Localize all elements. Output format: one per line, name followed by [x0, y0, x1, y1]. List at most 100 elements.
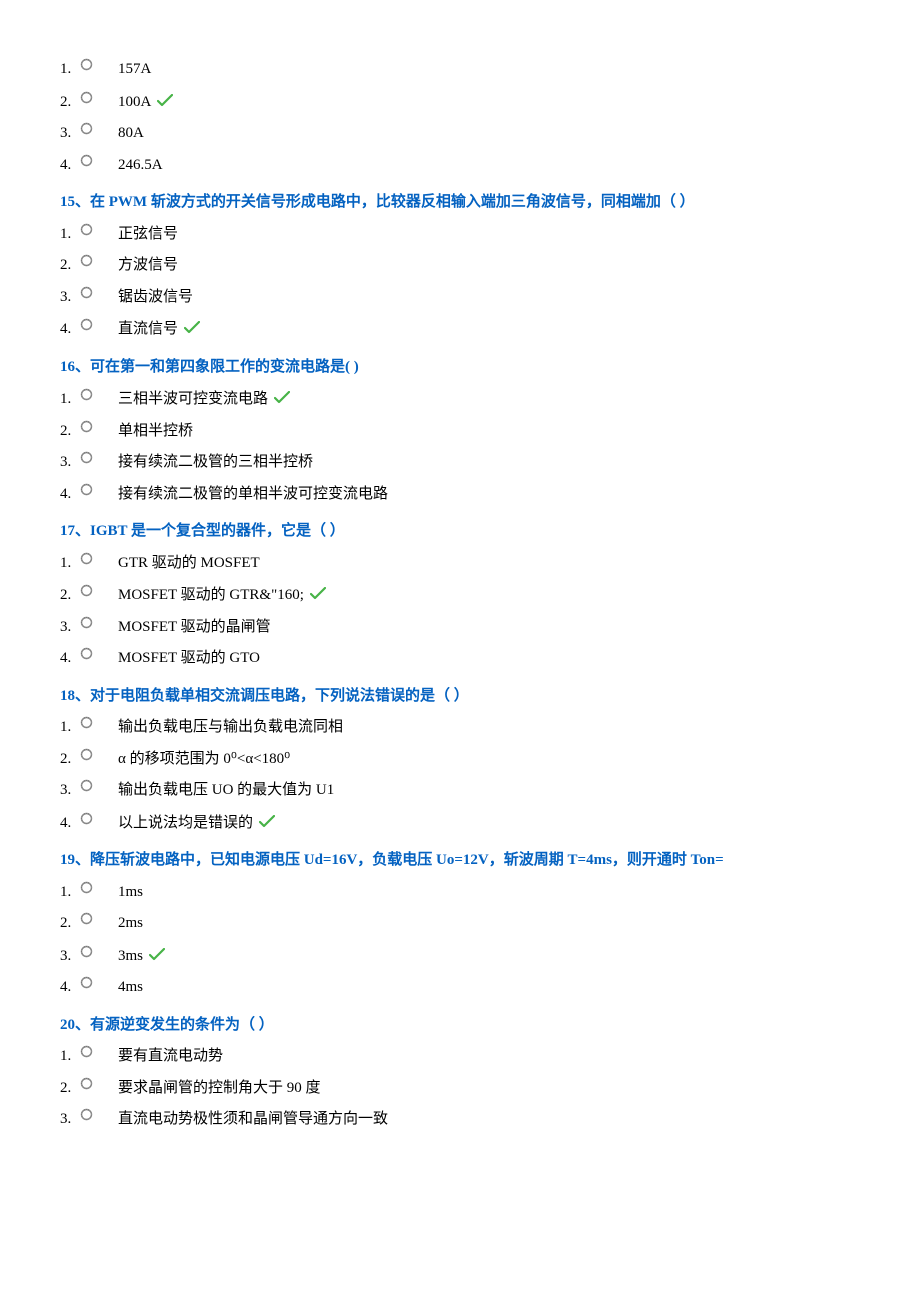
option-number: 3. [60, 288, 80, 308]
option-number: 2. [60, 750, 80, 770]
option-number: 4. [60, 485, 80, 505]
radio-icon[interactable] [80, 980, 118, 1000]
option-row: 3. 输出负载电压 UO 的最大值为 U1 [60, 781, 860, 801]
option-text: 246.5A [118, 156, 860, 176]
radio-icon[interactable] [80, 95, 118, 115]
radio-icon[interactable] [80, 556, 118, 576]
option-row: 2. α 的移项范围为 0⁰<α<180⁰ [60, 750, 860, 770]
option-row: 3.3ms [60, 946, 860, 967]
option-text: 4ms [118, 978, 860, 998]
option-text: 方波信号 [118, 256, 860, 276]
option-number: 2. [60, 586, 80, 606]
option-number: 3. [60, 1110, 80, 1130]
option-number: 1. [60, 390, 80, 410]
option-number: 2. [60, 422, 80, 442]
option-row: 4. 接有续流二极管的单相半波可控变流电路 [60, 485, 860, 505]
option-text: 接有续流二极管的三相半控桥 [118, 453, 860, 473]
option-row: 3. MOSFET 驱动的晶闸管 [60, 618, 860, 638]
option-text: α 的移项范围为 0⁰<α<180⁰ [118, 750, 860, 770]
option-text: 单相半控桥 [118, 422, 860, 442]
option-row: 3.80A [60, 124, 860, 144]
option-row: 2.2ms [60, 914, 860, 934]
option-text: 接有续流二极管的单相半波可控变流电路 [118, 485, 860, 505]
option-text: 157A [118, 60, 860, 80]
check-icon [149, 948, 165, 969]
option-row: 2. 100A [60, 92, 860, 113]
radio-icon[interactable] [80, 949, 118, 969]
radio-icon[interactable] [80, 62, 118, 82]
option-number: 4. [60, 649, 80, 669]
option-text: MOSFET 驱动的 GTR&"160; [118, 585, 860, 606]
option-text: MOSFET 驱动的 GTO [118, 649, 860, 669]
option-row: 1.157A [60, 60, 860, 80]
option-text: 输出负载电压与输出负载电流同相 [118, 718, 860, 738]
option-number: 2. [60, 93, 80, 113]
check-icon [274, 391, 290, 412]
check-icon [310, 587, 326, 608]
question-title: 16、可在第一和第四象限工作的变流电路是( ) [60, 358, 860, 378]
radio-icon[interactable] [80, 258, 118, 278]
option-number: 4. [60, 978, 80, 998]
option-text: 直流电动势极性须和晶闸管导通方向一致 [118, 1110, 860, 1130]
radio-icon[interactable] [80, 322, 118, 342]
radio-icon[interactable] [80, 487, 118, 507]
option-text: 三相半波可控变流电路 [118, 389, 860, 410]
option-row: 2. 方波信号 [60, 256, 860, 276]
question-title: 20、有源逆变发生的条件为（ ） [60, 1016, 860, 1036]
option-row: 1.1ms [60, 883, 860, 903]
option-number: 1. [60, 225, 80, 245]
radio-icon[interactable] [80, 392, 118, 412]
option-number: 4. [60, 320, 80, 340]
radio-icon[interactable] [80, 783, 118, 803]
option-number: 4. [60, 156, 80, 176]
radio-icon[interactable] [80, 752, 118, 772]
radio-icon[interactable] [80, 424, 118, 444]
option-row: 3. 锯齿波信号 [60, 288, 860, 308]
option-row: 1.GTR 驱动的 MOSFET [60, 554, 860, 574]
radio-icon[interactable] [80, 1049, 118, 1069]
option-number: 1. [60, 718, 80, 738]
option-row: 1. 正弦信号 [60, 225, 860, 245]
option-row: 4. 4ms [60, 978, 860, 998]
radio-icon[interactable] [80, 720, 118, 740]
option-text: MOSFET 驱动的晶闸管 [118, 618, 860, 638]
option-text: 锯齿波信号 [118, 288, 860, 308]
option-text: 要求晶闸管的控制角大于 90 度 [118, 1079, 860, 1099]
option-row: 4.以上说法均是错误的 [60, 813, 860, 834]
option-number: 1. [60, 883, 80, 903]
check-icon [184, 321, 200, 342]
option-number: 3. [60, 618, 80, 638]
radio-icon[interactable] [80, 455, 118, 475]
option-text: 正弦信号 [118, 225, 860, 245]
option-row: 1.要有直流电动势 [60, 1047, 860, 1067]
question-title: 19、降压斩波电路中，已知电源电压 Ud=16V，负载电压 Uo=12V，斩波周… [60, 851, 860, 871]
check-icon [259, 815, 275, 836]
option-number: 2. [60, 256, 80, 276]
option-row: 2. 要求晶闸管的控制角大于 90 度 [60, 1079, 860, 1099]
option-text: 100A [118, 92, 860, 113]
radio-icon[interactable] [80, 885, 118, 905]
option-number: 3. [60, 781, 80, 801]
radio-icon[interactable] [80, 651, 118, 671]
option-text: 80A [118, 124, 860, 144]
option-row: 1. 三相半波可控变流电路 [60, 389, 860, 410]
radio-icon[interactable] [80, 1112, 118, 1132]
radio-icon[interactable] [80, 1081, 118, 1101]
option-row: 3. 直流电动势极性须和晶闸管导通方向一致 [60, 1110, 860, 1130]
option-number: 3. [60, 947, 80, 967]
radio-icon[interactable] [80, 227, 118, 247]
radio-icon[interactable] [80, 620, 118, 640]
option-row: 4.直流信号 [60, 319, 860, 340]
radio-icon[interactable] [80, 816, 118, 836]
radio-icon[interactable] [80, 290, 118, 310]
option-row: 1. 输出负载电压与输出负载电流同相 [60, 718, 860, 738]
radio-icon[interactable] [80, 588, 118, 608]
question-title: 17、IGBT 是一个复合型的器件，它是（ ） [60, 522, 860, 542]
radio-icon[interactable] [80, 916, 118, 936]
option-row: 3.接有续流二极管的三相半控桥 [60, 453, 860, 473]
option-row: 4. MOSFET 驱动的 GTO [60, 649, 860, 669]
option-number: 2. [60, 1079, 80, 1099]
radio-icon[interactable] [80, 158, 118, 178]
option-text: 输出负载电压 UO 的最大值为 U1 [118, 781, 860, 801]
radio-icon[interactable] [80, 126, 118, 146]
